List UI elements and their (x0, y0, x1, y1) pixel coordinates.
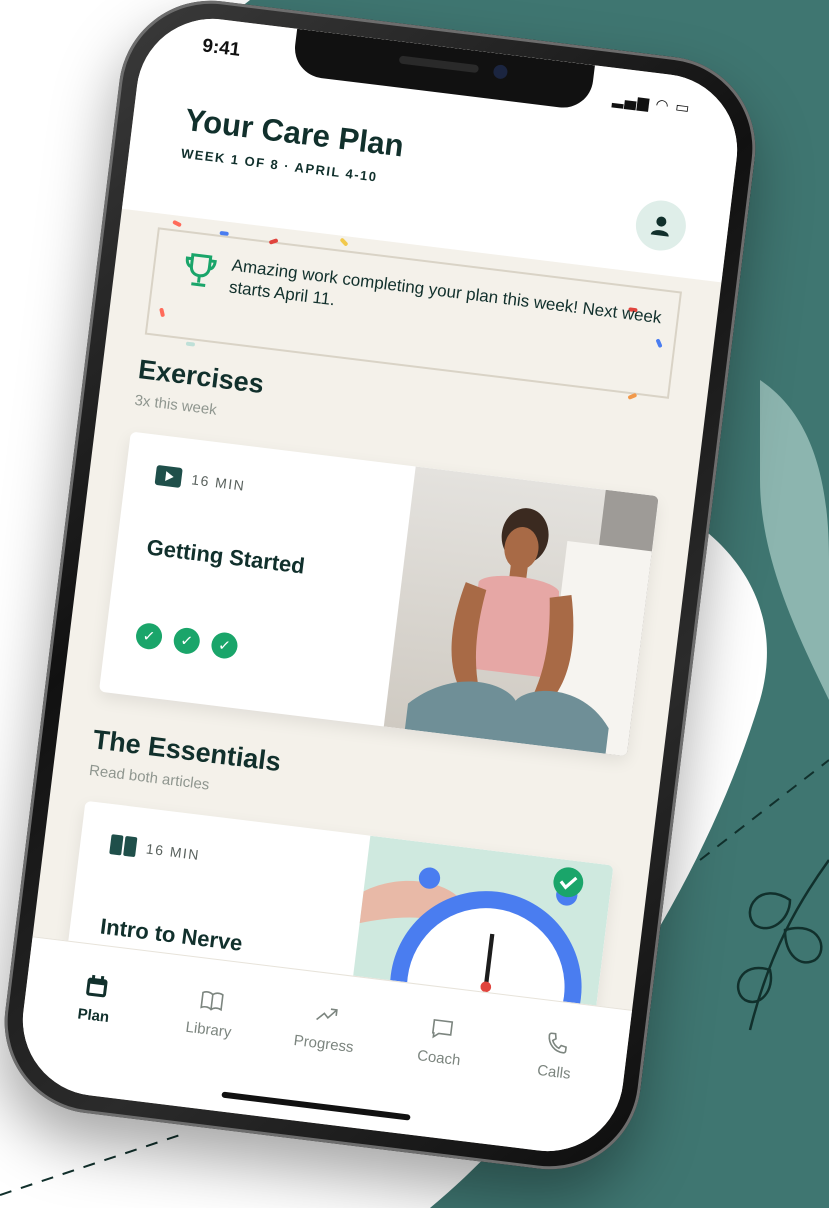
exercises-subtitle: 3x this week (133, 391, 218, 419)
tab-plan[interactable]: Plan (53, 969, 139, 1029)
check-icon: ✓ (134, 621, 164, 651)
phone-icon (543, 1029, 572, 1058)
tab-library[interactable]: Library (168, 983, 254, 1043)
tab-progress[interactable]: Progress (283, 997, 369, 1057)
tab-label: Library (184, 1018, 233, 1042)
tab-label: Progress (292, 1031, 355, 1057)
check-icon: ✓ (209, 631, 239, 660)
tab-label: Calls (536, 1061, 572, 1083)
exercise-photo (384, 466, 659, 757)
user-icon (650, 216, 669, 237)
tab-calls[interactable]: Calls (513, 1025, 599, 1085)
completion-checks: ✓ ✓ ✓ (134, 621, 239, 660)
article-duration: 16 MIN (145, 840, 201, 864)
status-time: 9:41 (201, 35, 242, 61)
signal-wifi-battery-icon: ▂▄▆ ◠ ▭ (611, 89, 692, 118)
video-icon (154, 464, 183, 488)
exercise-card[interactable]: 16 MIN Getting Started ✓ ✓ ✓ (98, 431, 659, 757)
check-icon: ✓ (172, 626, 202, 656)
calendar-icon (82, 972, 111, 1001)
tab-coach[interactable]: Coach (398, 1011, 484, 1071)
tab-label: Coach (416, 1047, 462, 1070)
trophy-icon (180, 251, 219, 299)
chat-icon (428, 1014, 457, 1043)
exercise-duration: 16 MIN (190, 471, 247, 494)
exercise-meta: 16 MIN (154, 464, 247, 496)
banner-message: Amazing work completing your plan this w… (228, 255, 663, 328)
trend-icon (313, 1000, 342, 1029)
leaf-decoration-right-icon (736, 859, 829, 1031)
profile-button[interactable] (633, 197, 689, 254)
article-meta: 16 MIN (109, 834, 201, 865)
book-icon (109, 834, 138, 858)
phone-device: 9:41 ▂▄▆ ◠ ▭ Your Care Plan WEEK 1 OF 8 … (0, 0, 766, 1180)
exercise-card-title: Getting Started (145, 534, 307, 579)
book-icon (198, 986, 227, 1015)
tab-label: Plan (76, 1005, 111, 1027)
